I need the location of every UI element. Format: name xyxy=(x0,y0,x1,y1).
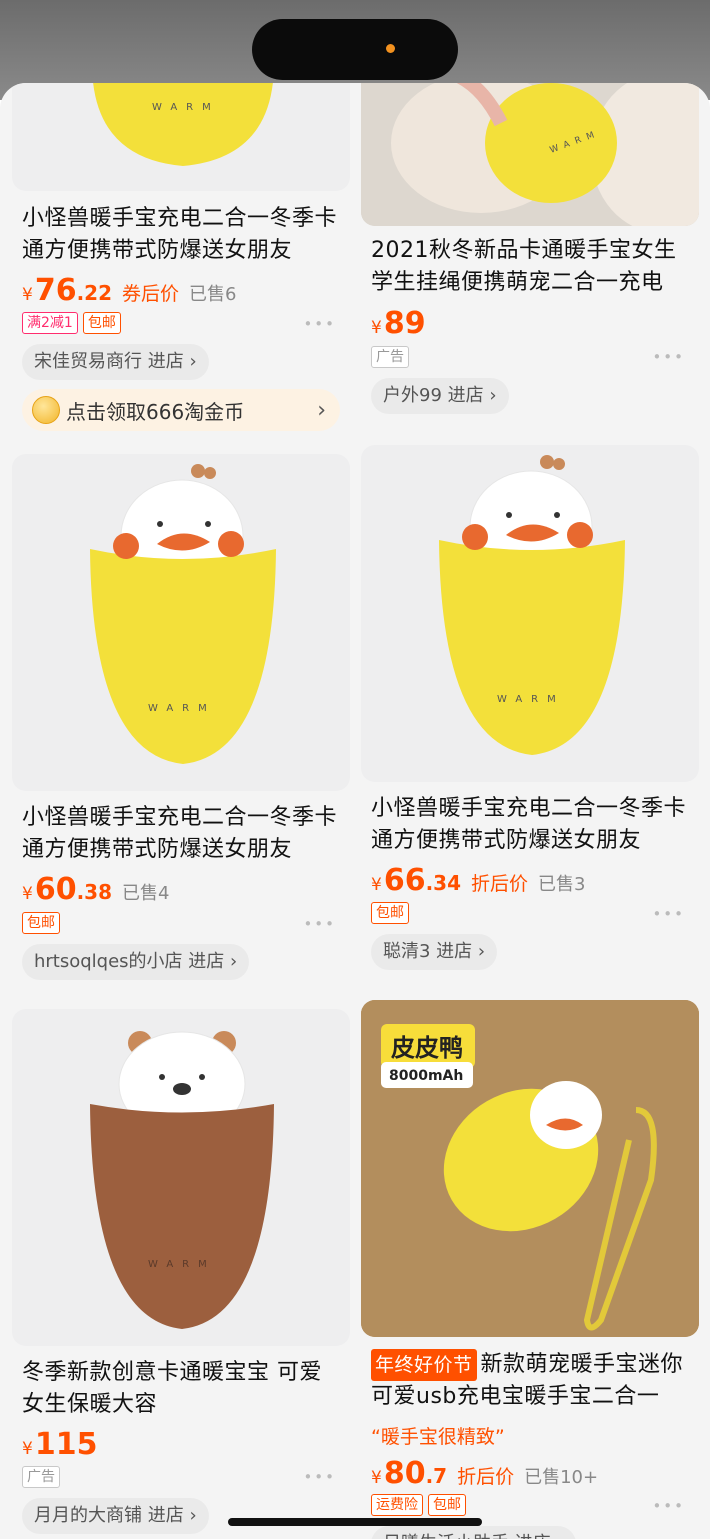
tag-list: 运费险 包邮 xyxy=(371,1494,466,1516)
price: ¥ 115 xyxy=(22,1427,98,1462)
svg-text:WARM: WARM xyxy=(148,1259,216,1270)
camera-indicator-icon xyxy=(386,44,395,53)
price: ¥ 60 .38 已售4 xyxy=(22,872,170,907)
svg-text:WARM: WARM xyxy=(148,703,216,714)
product-feed[interactable]: WARM 小怪兽暖手宝充电二合一冬季卡通方便携带式防爆送女朋友 ¥ 76 .22… xyxy=(0,83,710,1539)
review-snippet: “暖手宝很精致” xyxy=(371,1426,505,1448)
tag-list: 包邮 xyxy=(22,912,60,934)
product-image[interactable]: WARM xyxy=(361,83,699,226)
bear-hand-warmer-image: WARM xyxy=(90,1031,274,1329)
sold-count: 已售4 xyxy=(122,883,170,904)
coin-coupon-banner[interactable]: 点击领取666淘金币 › xyxy=(22,389,340,431)
ad-tag: 广告 xyxy=(371,346,409,368)
more-options-icon[interactable]: ••• xyxy=(303,1468,336,1486)
product-title[interactable]: 冬季新款创意卡通暖宝宝 可爱女生保暖大容 xyxy=(22,1357,342,1421)
tag-list: 广告 xyxy=(371,346,409,368)
svg-text:WARM: WARM xyxy=(152,102,220,113)
ad-tag: 广告 xyxy=(22,1466,60,1488)
shop-link[interactable]: 户外99 进店 › xyxy=(371,378,509,414)
price: ¥ 89 xyxy=(371,306,426,341)
free-shipping-tag: 包邮 xyxy=(371,902,409,924)
discount-tag: 满2减1 xyxy=(22,312,78,334)
price: ¥ 66 .34 折后价 已售3 xyxy=(371,863,586,898)
hands-holding-warmer-image: WARM xyxy=(361,83,699,226)
shop-link[interactable]: 聪清3 进店 › xyxy=(371,934,498,970)
product-title[interactable]: 年终好价节 新款萌宠暖手宝迷你可爱usb充电宝暖手宝二合一 xyxy=(371,1349,691,1413)
price-note: 券后价 xyxy=(122,283,180,305)
shop-link[interactable]: hrtsoqlqes的小店 进店 › xyxy=(22,944,250,980)
duck-hand-warmer-image: WARM xyxy=(90,464,276,764)
free-shipping-tag: 包邮 xyxy=(428,1494,466,1516)
tag-list: 广告 xyxy=(22,1466,60,1488)
year-end-deal-badge: 年终好价节 xyxy=(371,1349,477,1381)
product-image[interactable]: WARM xyxy=(12,83,350,191)
svg-text:WARM: WARM xyxy=(497,694,565,705)
duck-warmer-lifestyle-image: 皮皮鸭 8000mAh xyxy=(361,1000,699,1337)
shipping-insurance-tag: 运费险 xyxy=(371,1494,423,1516)
tag-list: 包邮 xyxy=(371,902,409,924)
home-indicator[interactable] xyxy=(228,1518,482,1526)
product-title[interactable]: 小怪兽暖手宝充电二合一冬季卡通方便携带式防爆送女朋友 xyxy=(371,793,691,857)
dynamic-island xyxy=(252,19,458,80)
sold-count: 已售10+ xyxy=(524,1467,599,1488)
price: ¥ 80 .7 折后价 已售10+ xyxy=(371,1456,599,1491)
price-note: 折后价 xyxy=(457,1466,515,1488)
free-shipping-tag: 包邮 xyxy=(22,912,60,934)
duck-hand-warmer-image: WARM xyxy=(439,455,625,755)
shop-link[interactable]: 月月的大商铺 进店 › xyxy=(22,1498,209,1534)
hand-warmer-yellow-image: WARM xyxy=(93,83,273,166)
product-image[interactable]: WARM xyxy=(12,454,350,791)
gold-coin-icon xyxy=(32,396,60,424)
more-options-icon[interactable]: ••• xyxy=(303,915,336,933)
chevron-right-icon: › xyxy=(317,397,326,423)
badge-subtitle: 8000mAh xyxy=(389,1068,463,1084)
more-options-icon[interactable]: ••• xyxy=(652,905,685,923)
product-image[interactable]: WARM xyxy=(361,445,699,782)
shop-link[interactable]: 宋佳贸易商行 进店 › xyxy=(22,344,209,380)
sold-count: 已售6 xyxy=(189,284,237,305)
price-note: 折后价 xyxy=(471,873,529,895)
more-options-icon[interactable]: ••• xyxy=(652,1497,685,1515)
shop-link[interactable]: 日曦生活小助手 进店 › xyxy=(371,1526,576,1539)
product-image[interactable]: 皮皮鸭 8000mAh xyxy=(361,1000,699,1337)
tag-list: 满2减1 包邮 xyxy=(22,312,121,334)
badge-title: 皮皮鸭 xyxy=(391,1034,463,1062)
price: ¥ 76 .22 券后价 已售6 xyxy=(22,273,237,308)
free-shipping-tag: 包邮 xyxy=(82,312,121,334)
product-title[interactable]: 小怪兽暖手宝充电二合一冬季卡通方便携带式防爆送女朋友 xyxy=(22,802,342,866)
product-image[interactable]: WARM xyxy=(12,1009,350,1346)
more-options-icon[interactable]: ••• xyxy=(652,348,685,366)
sold-count: 已售3 xyxy=(538,874,586,895)
more-options-icon[interactable]: ••• xyxy=(303,315,336,333)
product-title[interactable]: 小怪兽暖手宝充电二合一冬季卡通方便携带式防爆送女朋友 xyxy=(22,203,342,267)
product-title[interactable]: 2021秋冬新品卡通暖手宝女生学生挂绳便携萌宠二合一充电 xyxy=(371,235,691,299)
